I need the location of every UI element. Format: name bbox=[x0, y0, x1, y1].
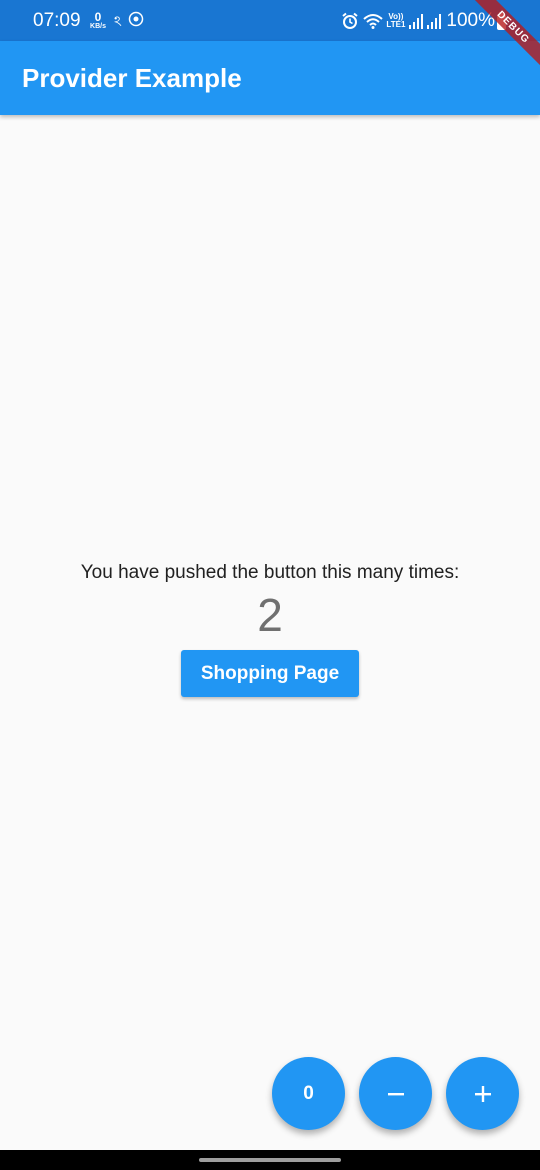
cart-count-label: 0 bbox=[303, 1082, 314, 1104]
network-speed-indicator: 0 KB/s bbox=[88, 9, 108, 31]
counter-label: You have pushed the button this many tim… bbox=[80, 562, 460, 583]
status-left-icons: 0 KB/s ঽ bbox=[88, 9, 144, 33]
counter-value: 2 bbox=[257, 589, 283, 641]
volte-bottom-label: LTE1 bbox=[386, 20, 406, 29]
status-time: 07:09 bbox=[33, 10, 81, 31]
carrier-icon: ঽ bbox=[114, 13, 122, 29]
cart-count-button[interactable]: 0 bbox=[272, 1057, 345, 1130]
increment-button[interactable] bbox=[446, 1057, 519, 1130]
app-bar: Provider Example bbox=[0, 41, 540, 115]
counter-section: You have pushed the button this many tim… bbox=[0, 560, 540, 697]
page-title: Provider Example bbox=[22, 63, 242, 93]
signal-icon bbox=[427, 13, 442, 29]
notification-icon bbox=[128, 11, 144, 32]
decrement-button[interactable] bbox=[359, 1057, 432, 1130]
shopping-page-button[interactable]: Shopping Page bbox=[181, 650, 359, 697]
alarm-icon bbox=[341, 12, 359, 30]
signal-icon bbox=[409, 13, 424, 29]
home-indicator[interactable] bbox=[199, 1158, 341, 1162]
network-speed-unit: KB/s bbox=[90, 22, 106, 30]
wifi-icon bbox=[363, 13, 384, 29]
plus-icon bbox=[473, 1084, 493, 1104]
volte-indicator: Vo)) LTE1 bbox=[386, 13, 405, 29]
network-speed-value: 0 bbox=[94, 9, 102, 24]
system-navigation-bar bbox=[0, 1150, 540, 1170]
status-right-icons: Vo)) LTE1 100% bbox=[337, 9, 506, 33]
status-bar: 07:09 0 KB/s ঽ Vo)) LTE1 100% bbox=[0, 0, 540, 41]
minus-icon bbox=[386, 1084, 406, 1104]
